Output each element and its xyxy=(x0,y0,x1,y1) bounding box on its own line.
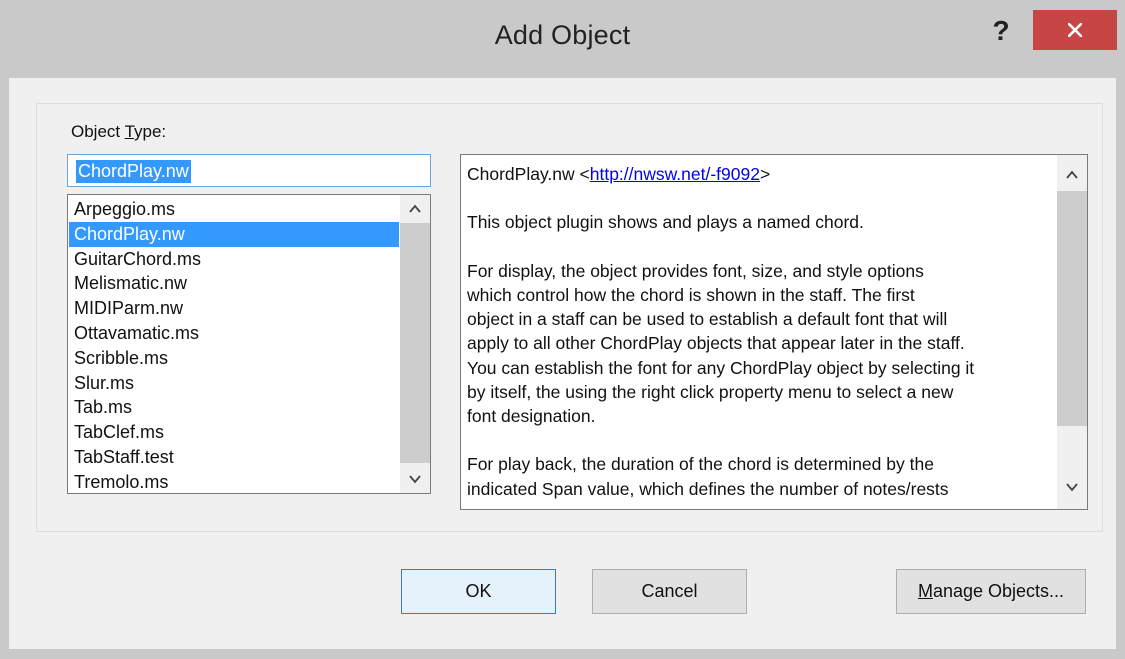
close-button[interactable] xyxy=(1033,10,1117,50)
add-object-dialog: Add Object ? Object Type: ChordPlay.nw A… xyxy=(0,0,1125,659)
list-item[interactable]: Arpeggio.ms xyxy=(69,197,399,222)
ok-button[interactable]: OK xyxy=(401,569,556,614)
scroll-up-button[interactable] xyxy=(400,195,430,223)
chevron-down-icon xyxy=(409,475,421,484)
list-item[interactable]: GuitarChord.ms xyxy=(69,247,399,272)
description-scrollbar[interactable] xyxy=(1057,155,1087,509)
list-item[interactable]: Scribble.ms xyxy=(69,346,399,371)
list-item[interactable]: Tab.ms xyxy=(69,395,399,420)
list-item[interactable]: Ottavamatic.ms xyxy=(69,321,399,346)
dialog-body: Object Type: ChordPlay.nw Arpeggio.ms Cho… xyxy=(9,78,1116,649)
plugin-link[interactable]: http://nwsw.net/-f9092 xyxy=(590,164,760,184)
list-item[interactable]: Tremolo.ms xyxy=(69,470,399,493)
window-title: Add Object xyxy=(494,20,631,50)
object-type-label: Object Type: xyxy=(71,122,167,141)
list-item[interactable]: Melismatic.nw xyxy=(69,271,399,296)
list-item[interactable]: TabClef.ms xyxy=(69,420,399,445)
object-name-input[interactable]: ChordPlay.nw xyxy=(67,154,431,187)
description-header: ChordPlay.nw <http://nwsw.net/-f9092> xyxy=(467,164,771,184)
desc-scroll-down-button[interactable] xyxy=(1057,473,1087,501)
description-box[interactable]: ChordPlay.nw <http://nwsw.net/-f9092> Th… xyxy=(460,154,1088,510)
title-bar[interactable]: Add Object ? xyxy=(0,0,1125,78)
cancel-button[interactable]: Cancel xyxy=(592,569,747,614)
manage-objects-button[interactable]: Manage Objects... xyxy=(896,569,1086,614)
list-item[interactable]: ChordPlay.nw xyxy=(69,221,399,247)
desc-scroll-up-button[interactable] xyxy=(1057,161,1087,189)
scroll-thumb[interactable] xyxy=(400,223,430,463)
close-icon xyxy=(1067,22,1083,38)
list-item[interactable]: Slur.ms xyxy=(69,371,399,396)
description-text: ChordPlay.nw <http://nwsw.net/-f9092> Th… xyxy=(467,162,1052,509)
description-para-1: This object plugin shows and plays a nam… xyxy=(467,212,864,233)
description-para-2: For display, the object provides font, s… xyxy=(467,260,975,426)
object-name-value: ChordPlay.nw xyxy=(76,160,191,183)
help-button[interactable]: ? xyxy=(986,16,1016,46)
object-type-list[interactable]: Arpeggio.ms ChordPlay.nw GuitarChord.ms Mel… xyxy=(67,194,431,494)
list-scrollbar[interactable] xyxy=(400,195,430,493)
list-item[interactable]: MIDIParm.nw xyxy=(69,296,399,321)
desc-scroll-thumb[interactable] xyxy=(1057,191,1087,426)
chevron-up-icon xyxy=(409,204,421,213)
list-item[interactable]: TabStaff.test xyxy=(69,445,399,470)
chevron-up-icon xyxy=(1066,170,1078,179)
description-para-3: For play back, the duration of the chord… xyxy=(467,454,949,499)
chevron-down-icon xyxy=(1066,483,1078,492)
scroll-down-button[interactable] xyxy=(400,465,430,493)
